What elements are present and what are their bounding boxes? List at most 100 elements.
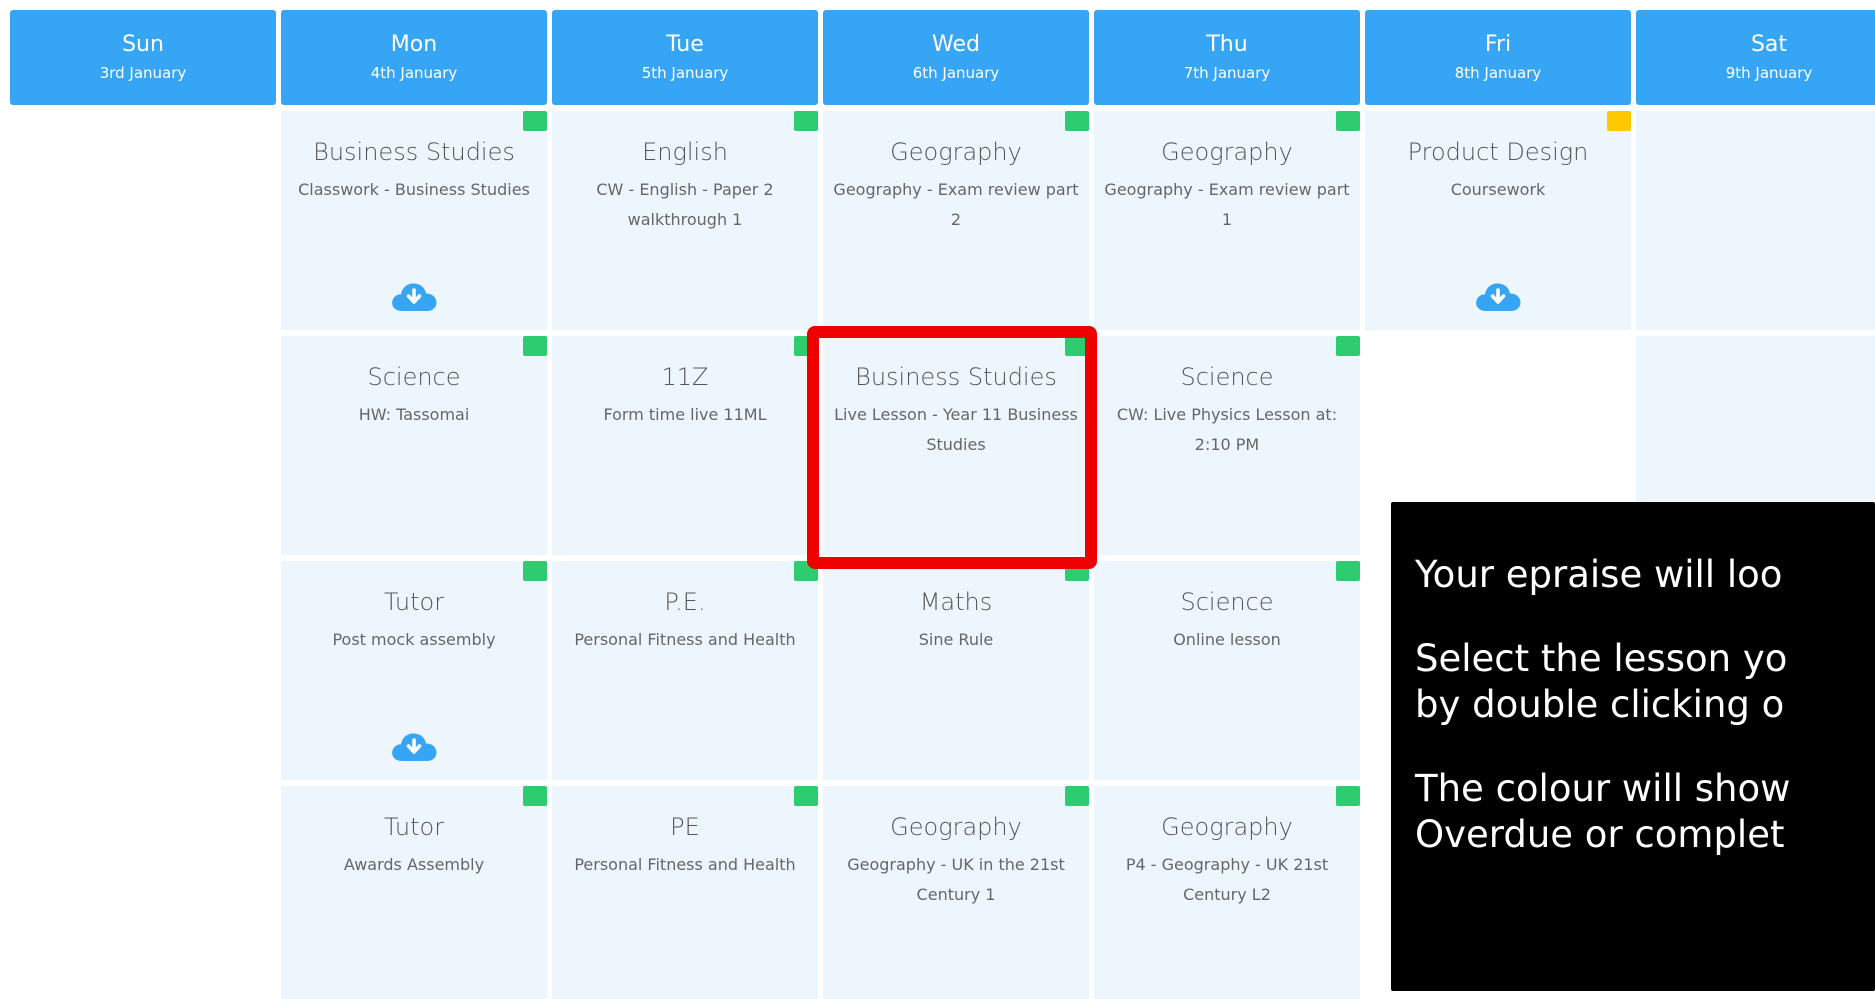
lesson-title: Form time live 11ML [603, 405, 767, 424]
calendar-cell [1636, 111, 1875, 330]
lesson-cell[interactable]: Science HW: Tassomai [281, 336, 547, 555]
lesson-card[interactable]: Maths Sine Rule [823, 561, 1089, 780]
lesson-subject: Tutor [383, 588, 445, 616]
day-date: 4th January [370, 64, 458, 82]
calendar-cell [10, 786, 276, 999]
lesson-cell[interactable]: Geography Geography - Exam review part 1 [1094, 111, 1360, 330]
lesson-cell[interactable]: PE Personal Fitness and Health [552, 786, 818, 999]
lesson-title: Live Lesson - Year 11 Business Studies [834, 405, 1078, 454]
tooltip-line-5: Overdue or complet [1415, 813, 1785, 856]
day-header-thu: Thu 7th January [1094, 10, 1360, 105]
instruction-tooltip: Your epraise will loo Select the lesson … [1391, 502, 1875, 991]
lesson-title: Personal Fitness and Health [574, 630, 796, 649]
day-date: 8th January [1454, 64, 1542, 82]
day-header-tue: Tue 5th January [552, 10, 818, 105]
lesson-cell[interactable]: English CW - English - Paper 2 walkthroug… [552, 111, 818, 330]
status-indicator [1336, 336, 1360, 356]
lesson-title: P4 - Geography - UK 21st Century L2 [1125, 855, 1329, 904]
lesson-subject: Tutor [383, 813, 445, 841]
cloud-download-icon[interactable] [391, 282, 437, 312]
lesson-subject: Geography [1161, 138, 1293, 166]
day-name: Fri [1484, 32, 1512, 57]
cloud-download-icon[interactable] [391, 732, 437, 762]
lesson-cell[interactable]: Geography P4 - Geography - UK 21st Centur… [1094, 786, 1360, 999]
lesson-card[interactable]: Product Design Coursework [1365, 111, 1631, 330]
lesson-subject: Maths [919, 588, 993, 616]
day-date: 7th January [1183, 64, 1271, 82]
tooltip-line-3: by double clicking o [1415, 683, 1785, 726]
status-indicator [523, 111, 547, 131]
lesson-cell[interactable]: Tutor Awards Assembly [281, 786, 547, 999]
status-indicator [1065, 336, 1089, 356]
lesson-card[interactable]: Tutor Post mock assembly [281, 561, 547, 780]
lesson-subject: Geography [1161, 813, 1293, 841]
cloud-download-icon[interactable] [1475, 282, 1521, 312]
lesson-card[interactable]: Business Studies Live Lesson - Year 11 Bu… [823, 336, 1089, 555]
lesson-subject: Product Design [1407, 138, 1589, 166]
lesson-card[interactable]: 11Z Form time live 11ML [552, 336, 818, 555]
lesson-cell[interactable]: Business Studies Live Lesson - Year 11 Bu… [823, 336, 1089, 555]
status-indicator [523, 786, 547, 806]
lesson-cell[interactable]: Geography Geography - Exam review part 2 [823, 111, 1089, 330]
day-name: Sat [1750, 32, 1788, 57]
lesson-cell[interactable]: Geography Geography - UK in the 21st Cent… [823, 786, 1089, 999]
lesson-card[interactable]: Geography Geography - Exam review part 1 [1094, 111, 1360, 330]
day-date: 9th January [1725, 64, 1813, 82]
calendar-cell [10, 111, 276, 330]
lesson-cell[interactable]: Science CW: Live Physics Lesson at: 2:10 … [1094, 336, 1360, 555]
lesson-subject: Science [1180, 363, 1274, 391]
lesson-cell[interactable]: 11Z Form time live 11ML [552, 336, 818, 555]
status-indicator [794, 786, 818, 806]
status-indicator [523, 336, 547, 356]
lesson-title: Geography - UK in the 21st Century 1 [847, 855, 1065, 904]
lesson-subject: Science [1180, 588, 1274, 616]
lesson-subject: Science [367, 363, 461, 391]
lesson-cell[interactable]: P.E. Personal Fitness and Health [552, 561, 818, 780]
day-name: Thu [1206, 32, 1248, 57]
lesson-cell[interactable]: Product Design Coursework [1365, 111, 1631, 330]
lesson-title: Awards Assembly [343, 855, 485, 874]
lesson-title: Sine Rule [918, 630, 994, 649]
lesson-card[interactable]: Geography Geography - UK in the 21st Cent… [823, 786, 1089, 999]
lesson-card[interactable]: English CW - English - Paper 2 walkthroug… [552, 111, 818, 330]
lesson-subject: Geography [890, 813, 1022, 841]
lesson-cell[interactable]: Maths Sine Rule [823, 561, 1089, 780]
lesson-cell[interactable]: Tutor Post mock assembly [281, 561, 547, 780]
day-header-sun: Sun 3rd January [10, 10, 276, 105]
lesson-subject: Geography [890, 138, 1022, 166]
lesson-subject: P.E. [664, 588, 706, 616]
status-indicator [1065, 111, 1089, 131]
lesson-title: Classwork - Business Studies [298, 180, 530, 199]
lesson-title: CW - English - Paper 2 walkthrough 1 [596, 180, 774, 229]
lesson-card[interactable]: Business Studies Classwork - Business Stu… [281, 111, 547, 330]
status-indicator [1336, 111, 1360, 131]
lesson-cell[interactable]: Science Online lesson [1094, 561, 1360, 780]
lesson-card[interactable]: Science CW: Live Physics Lesson at: 2:10 … [1094, 336, 1360, 555]
lesson-card[interactable]: Tutor Awards Assembly [281, 786, 547, 999]
lesson-cell[interactable]: Business Studies Classwork - Business Stu… [281, 111, 547, 330]
lesson-card[interactable]: P.E. Personal Fitness and Health [552, 561, 818, 780]
status-indicator [1065, 561, 1089, 581]
tooltip-line-2: Select the lesson yo [1415, 637, 1788, 680]
tooltip-line-1: Your epraise will loo [1415, 553, 1783, 596]
status-indicator [1065, 786, 1089, 806]
lesson-card[interactable]: PE Personal Fitness and Health [552, 786, 818, 999]
day-date: 5th January [641, 64, 729, 82]
lesson-card[interactable]: Geography Geography - Exam review part 2 [823, 111, 1089, 330]
lesson-title: Geography - Exam review part 1 [1104, 180, 1350, 229]
lesson-card[interactable]: Science HW: Tassomai [281, 336, 547, 555]
day-name: Mon [390, 32, 438, 57]
lesson-title: Coursework [1450, 180, 1546, 199]
day-header-mon: Mon 4th January [281, 10, 547, 105]
lesson-card[interactable]: Geography P4 - Geography - UK 21st Centur… [1094, 786, 1360, 999]
lesson-title: HW: Tassomai [358, 405, 470, 424]
lesson-title: Geography - Exam review part 2 [833, 180, 1079, 229]
lesson-title: Personal Fitness and Health [574, 855, 796, 874]
calendar-cell [10, 336, 276, 555]
status-indicator [794, 111, 818, 131]
status-indicator [1607, 111, 1631, 131]
lesson-subject: English [642, 138, 728, 166]
lesson-title: CW: Live Physics Lesson at: 2:10 PM [1116, 405, 1338, 454]
status-indicator [794, 336, 818, 356]
lesson-card[interactable]: Science Online lesson [1094, 561, 1360, 780]
